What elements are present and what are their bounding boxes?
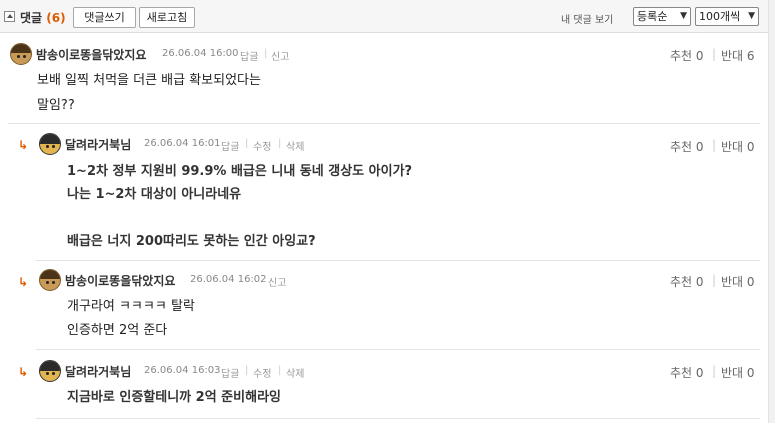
oppose-button[interactable]: 반대 0 [721, 364, 755, 381]
reply-link[interactable]: 답글 [221, 138, 239, 153]
comment-title-label: 댓글 [20, 11, 43, 25]
recommend-button[interactable]: 추천 0 [670, 273, 704, 290]
recommend-button[interactable]: 추천 0 [670, 47, 704, 64]
oppose-button[interactable]: 반대 0 [721, 138, 755, 155]
comment-text: 말임?? [37, 98, 75, 113]
reply-link[interactable]: 답글 [240, 48, 258, 63]
collapse-icon[interactable] [4, 11, 15, 22]
per-page-select[interactable]: 100개씩 ▼ [695, 7, 759, 26]
vote-separator: | [712, 273, 717, 287]
chevron-down-icon: ▼ [680, 11, 687, 21]
report-link[interactable]: 신고 [268, 274, 286, 289]
recommend-button[interactable]: 추천 0 [670, 138, 704, 155]
scrollbar[interactable] [768, 0, 775, 423]
sort-select[interactable]: 등록순 ▼ [633, 7, 691, 26]
delete-link[interactable]: 삭제 [286, 138, 304, 153]
comment-author[interactable]: 달려라거북님 [65, 363, 131, 380]
vote-separator: | [712, 364, 717, 378]
comment-date: 26.06.04 16:03 [144, 365, 221, 376]
comment-date: 26.06.04 16:02 [190, 274, 267, 285]
comment-count: (6) [46, 11, 66, 25]
reply-arrow-icon: ↳ [18, 275, 29, 289]
report-link[interactable]: 신고 [271, 48, 289, 63]
reply-link[interactable]: 답글 [221, 365, 239, 380]
comment-text: 인증하면 2억 준다 [67, 323, 168, 338]
comment-text: 지금바로 인증할테니까 2억 준비해라잉 [67, 390, 281, 405]
comment-text: 나는 1~2차 대상이 아니라네유 [67, 187, 242, 202]
comment-text: 보배 일찍 처먹을 더큰 배급 확보되었다는 [37, 73, 261, 88]
action-separator: | [278, 138, 282, 149]
sort-select-value: 등록순 [637, 10, 668, 23]
comment-date: 26.06.04 16:00 [162, 48, 239, 59]
comment-text: 개구라여 ㅋㅋㅋㅋ 탈락 [67, 299, 195, 314]
reply-arrow-icon: ↳ [18, 365, 29, 379]
comment-toolbar: 댓글 (6) 댓글쓰기 새로고침 내 댓글 보기 등록순 ▼ 100개씩 ▼ [0, 0, 768, 33]
action-separator: | [245, 365, 249, 376]
reply-arrow-icon: ↳ [18, 138, 29, 152]
delete-link[interactable]: 삭제 [286, 365, 304, 380]
divider [36, 418, 760, 419]
avatar-chestnut [10, 43, 32, 65]
avatar-turtle [39, 133, 61, 155]
my-comments-link[interactable]: 내 댓글 보기 [561, 11, 613, 26]
action-separator: | [278, 365, 282, 376]
divider [36, 260, 760, 261]
recommend-button[interactable]: 추천 0 [670, 364, 704, 381]
comment-author[interactable]: 밤송이로똥을닦았지요 [36, 46, 146, 63]
per-page-select-value: 100개씩 [699, 10, 741, 23]
refresh-button[interactable]: 새로고침 [139, 7, 195, 28]
comment-date: 26.06.04 16:01 [144, 138, 221, 149]
avatar-chestnut [39, 269, 61, 291]
comment-author[interactable]: 밤송이로똥을닦았지요 [65, 272, 175, 289]
comment-section-title: 댓글 (6) [20, 9, 66, 26]
edit-link[interactable]: 수정 [253, 365, 271, 380]
write-comment-button[interactable]: 댓글쓰기 [73, 7, 136, 28]
comment-author[interactable]: 달려라거북님 [65, 136, 131, 153]
avatar-turtle [39, 360, 61, 382]
chevron-down-icon: ▼ [748, 11, 755, 21]
vote-separator: | [712, 47, 717, 61]
oppose-button[interactable]: 반대 0 [721, 273, 755, 290]
comment-text: 1~2차 정부 지원비 99.9% 배급은 니내 동네 갱상도 아이가? [67, 164, 413, 179]
divider [36, 349, 760, 350]
action-separator: | [245, 138, 249, 149]
comment-text: 배급은 너지 200따리도 못하는 인간 아잉교? [67, 234, 316, 249]
oppose-button[interactable]: 반대 6 [721, 47, 755, 64]
edit-link[interactable]: 수정 [253, 138, 271, 153]
vote-separator: | [712, 138, 717, 152]
action-separator: | [264, 48, 268, 59]
divider [8, 123, 760, 124]
